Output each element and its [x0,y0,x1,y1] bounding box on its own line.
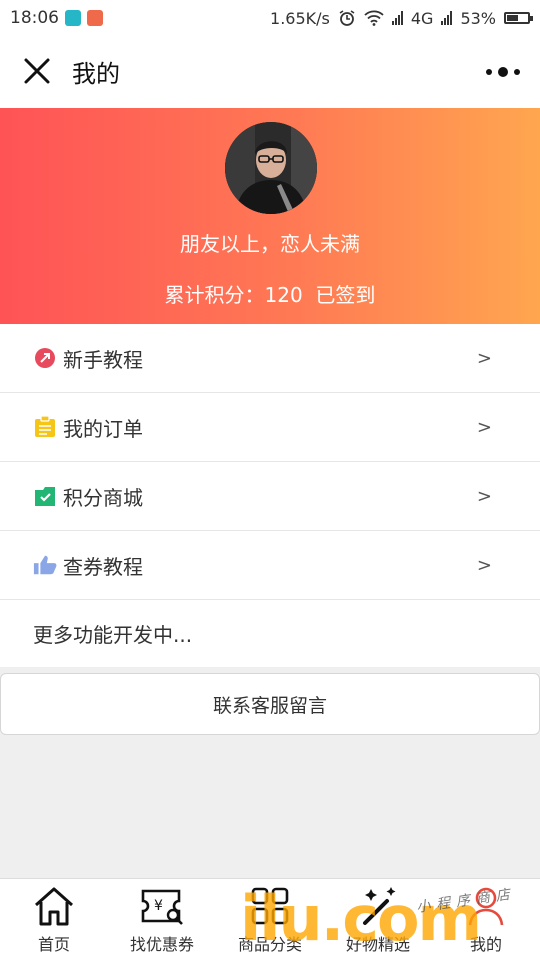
chevron-right-icon: > [476,416,492,438]
chevron-right-icon: > [476,485,492,507]
category-grid-icon [251,887,289,925]
user-icon [468,887,504,926]
menu-item-label: 积分商城 [63,485,143,510]
nav-bar: 我的 [0,36,540,108]
wifi-icon [364,10,384,26]
menu-list: 新手教程 > 我的订单 > 积分商城 > 查券教程 > 更多功能开发中... [0,324,540,667]
menu-item-label: 新手教程 [63,347,143,372]
menu-item-label: 查券教程 [63,554,143,579]
points-signin-status: 累计积分：120 已签到 [164,283,376,307]
tab-label: 好物精选 [345,935,410,954]
signal-icon-2 [441,11,453,25]
points-mall-icon [33,484,57,508]
order-icon [33,415,57,439]
user-nickname: 朋友以上，恋人未满 [180,232,360,256]
scan-app-icon [65,10,81,26]
tab-label: 首页 [37,935,70,954]
menu-item-points-mall[interactable]: 积分商城 > [0,462,540,531]
tab-home[interactable]: 首页 [0,885,108,955]
contact-service-button[interactable]: 联系客服留言 [0,673,540,735]
battery-percent: 53% [460,8,496,28]
chevron-right-icon: > [476,554,492,576]
network-speed: 1.65K/s [270,8,330,28]
avatar[interactable] [225,122,317,214]
signal-icon [391,11,403,25]
profile-banner: 朋友以上，恋人未满 累计积分：120 已签到 [0,108,540,324]
status-time: 18:06 [10,8,59,28]
coupon-search-icon: ¥ [141,889,183,925]
tab-coupons[interactable]: ¥ 找优惠券 [108,885,216,955]
svg-text:¥: ¥ [154,898,163,914]
thumbs-up-icon [33,553,57,577]
tab-label: 找优惠券 [129,935,194,954]
status-bar: 18:06 1.65K/s 4G 53% [0,0,540,36]
more-features-text: 更多功能开发中... [0,600,540,667]
menu-item-label: 我的订单 [63,416,143,441]
tab-label: 我的 [469,935,502,954]
more-features-label: 更多功能开发中... [33,623,193,647]
chevron-right-icon: > [476,347,492,369]
menu-item-tutorial[interactable]: 新手教程 > [0,324,540,393]
magic-wand-icon [363,887,396,925]
close-icon[interactable] [20,54,54,88]
more-options-icon[interactable] [486,62,520,82]
tab-label: 商品分类 [237,935,302,954]
alarm-icon [339,10,355,26]
home-icon [35,887,73,926]
menu-item-orders[interactable]: 我的订单 > [0,393,540,462]
tab-mine[interactable]: 我的 [432,885,540,955]
page-title: 我的 [72,60,120,88]
tab-categories[interactable]: 商品分类 [216,885,324,955]
battery-icon [504,12,533,24]
menu-item-coupon-tutorial[interactable]: 查券教程 > [0,531,540,600]
tab-featured[interactable]: 好物精选 [324,885,432,955]
tab-bar: 首页 ¥ 找优惠券 商品分类 好物精选 我的 [0,878,540,961]
tutorial-icon [33,346,57,370]
network-type: 4G [410,8,434,28]
battery-fill [507,15,518,21]
pet-app-icon [87,10,103,26]
